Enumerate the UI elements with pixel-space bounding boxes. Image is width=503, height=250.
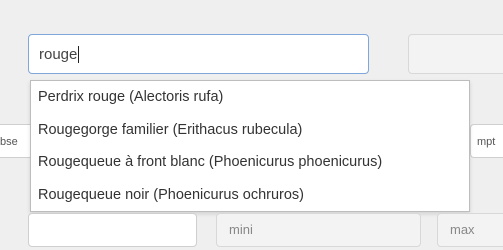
text-field[interactable] bbox=[28, 213, 197, 247]
max-field-placeholder: max bbox=[450, 222, 475, 237]
max-field[interactable]: max bbox=[437, 213, 503, 247]
text-caret bbox=[78, 45, 80, 63]
search-input-value: rouge bbox=[39, 45, 78, 63]
min-field-placeholder: mini bbox=[229, 222, 253, 237]
autocomplete-option[interactable]: Rougequeue à front blanc (Phoenicurus ph… bbox=[31, 146, 469, 179]
count-field-text: mpt bbox=[477, 136, 496, 148]
count-field[interactable]: mpt bbox=[470, 124, 503, 158]
secondary-select[interactable] bbox=[408, 34, 503, 74]
min-field[interactable]: mini bbox=[216, 213, 421, 247]
observation-field-text: bse bbox=[0, 136, 18, 148]
species-search-input[interactable]: rouge bbox=[28, 34, 369, 74]
autocomplete-option[interactable]: Rougequeue noir (Phoenicurus ochruros) bbox=[31, 179, 469, 212]
autocomplete-dropdown: Perdrix rouge (Alectoris rufa) Rougegorg… bbox=[30, 80, 470, 212]
autocomplete-option[interactable]: Perdrix rouge (Alectoris rufa) bbox=[31, 81, 469, 114]
autocomplete-option[interactable]: Rougegorge familier (Erithacus rubecula) bbox=[31, 114, 469, 147]
